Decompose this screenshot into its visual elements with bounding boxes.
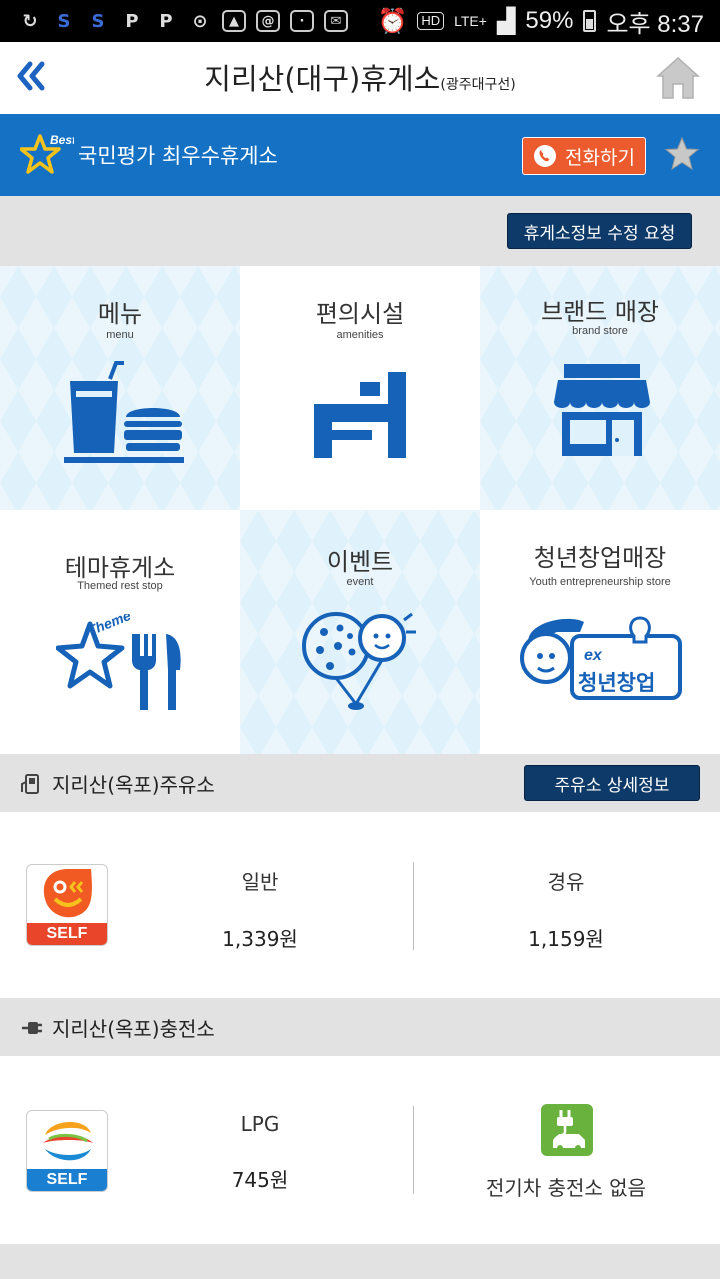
image-icon: ▲ xyxy=(222,10,246,32)
divider xyxy=(413,1106,414,1194)
tile-youth-startup[interactable]: 청년창업매장 Youth entrepreneurship store ex 청… xyxy=(480,510,720,754)
ev-status-text: 전기차 충전소 없음 xyxy=(486,1176,646,1200)
gas-station-title: 지리산(옥포)주유소 xyxy=(52,773,215,797)
charging-station-title: 지리산(옥포)충전소 xyxy=(52,1017,215,1041)
balloons-icon xyxy=(302,612,416,710)
call-button[interactable]: 전화하기 xyxy=(522,137,646,175)
fuel-type-label: 일반 xyxy=(241,870,279,894)
tile-subtitle: Youth entrepreneurship store xyxy=(529,576,671,588)
system-status: ⏰ HD LTE+ ▟ 59% 오후 8:37 xyxy=(377,4,720,39)
samsung-s-icon: S xyxy=(91,10,105,32)
tile-title: 테마휴게소 xyxy=(64,554,176,582)
tile-title: 편의시설 xyxy=(315,300,405,328)
food-drink-icon xyxy=(64,361,184,463)
tile-subtitle: brand store xyxy=(572,325,628,337)
charging-panel: SELF LPG 745원 전기차 충전소 없음 xyxy=(0,1056,720,1244)
oil-brand-icon xyxy=(43,869,92,918)
app-header: 지리산(대구)휴게소(광주대구선) xyxy=(0,42,720,114)
tile-title: 이벤트 xyxy=(326,548,394,576)
lpg-brand-icon xyxy=(43,1117,93,1165)
tile-amenities[interactable]: 편의시설 amenities xyxy=(240,266,480,510)
tile-subtitle: amenities xyxy=(336,329,384,341)
ex-badge: ex xyxy=(584,647,603,664)
youth-startup-text: 청년창업 xyxy=(578,671,655,695)
tile-title: 메뉴 xyxy=(97,300,143,328)
phone-icon xyxy=(534,145,557,167)
self-label: SELF xyxy=(27,1169,107,1191)
theme-star-cutlery-icon: Theme xyxy=(56,614,181,710)
p-app-icon: P xyxy=(125,10,139,32)
fuel-price: 1,159원 xyxy=(528,927,604,951)
mail-icon: ✉ xyxy=(324,10,348,32)
info-edit-request-button[interactable]: 휴게소정보 수정 요청 xyxy=(507,213,692,249)
service-tiles: 메뉴 menu 편의시설 amenities 브랜드 매장 brand stor… xyxy=(0,266,720,754)
samsung-s-icon: S xyxy=(57,10,71,32)
tile-event[interactable]: 이벤트 event xyxy=(240,510,480,754)
alarm-icon: ⏰ xyxy=(377,7,408,35)
fuel-type-label: 경유 xyxy=(547,870,585,894)
ev-charger-icon xyxy=(541,1104,593,1156)
self-gas-logo: SELF xyxy=(26,864,108,946)
refresh-icon: ↻ xyxy=(22,10,38,32)
tile-menu[interactable]: 메뉴 menu xyxy=(0,266,240,510)
gasoline-price: 일반 1,339원 xyxy=(150,866,370,952)
battery-icon xyxy=(583,10,597,32)
p-app-icon: P xyxy=(159,10,173,32)
charging-station-header: 지리산(옥포)충전소 xyxy=(0,998,720,1056)
request-bar: 휴게소정보 수정 요청 xyxy=(0,196,720,266)
bench-icon xyxy=(314,372,406,458)
hd-indicator: HD xyxy=(417,12,445,30)
tile-subtitle: menu xyxy=(106,329,134,341)
home-icon xyxy=(656,56,700,99)
gas-price-panel: SELF 일반 1,339원 경유 1,159원 xyxy=(0,812,720,1000)
gas-station-header: 지리산(옥포)주유소 주유소 상세정보 xyxy=(0,754,720,812)
signal-icon: ▟ xyxy=(496,7,516,35)
tile-brand-store[interactable]: 브랜드 매장 brand store xyxy=(480,266,720,510)
tile-themed-rest-stop[interactable]: 테마휴게소 Themed rest stop Theme xyxy=(0,510,240,754)
divider xyxy=(413,862,414,950)
tile-title: 브랜드 매장 xyxy=(540,298,660,326)
fuel-type-label: LPG xyxy=(240,1112,280,1136)
tile-subtitle: Themed rest stop xyxy=(77,580,163,592)
page-title: 지리산(대구)휴게소(광주대구선) xyxy=(0,56,720,98)
favorite-star-icon[interactable] xyxy=(664,136,700,172)
galaxy-icon: · xyxy=(290,10,314,32)
gas-station-detail-button[interactable]: 주유소 상세정보 xyxy=(524,765,700,801)
self-lpg-logo: SELF xyxy=(26,1110,108,1192)
youth-startup-icon: ex 청년창업 xyxy=(520,616,682,700)
theme-badge: Theme xyxy=(85,614,133,639)
network-type: LTE+ xyxy=(454,13,487,29)
tile-subtitle: event xyxy=(346,576,374,588)
home-button[interactable] xyxy=(654,54,702,102)
banner-text: 국민평가 최우수휴게소 xyxy=(78,144,278,168)
notification-icons: ↻ S S P P ⊙ ▲ @ · ✉ xyxy=(0,9,377,33)
fuel-price: 745원 xyxy=(231,1168,289,1192)
battery-level: 59% xyxy=(525,7,574,34)
best-badge: Best xyxy=(50,133,74,147)
route-name: (광주대구선) xyxy=(440,77,516,93)
diesel-price: 경유 1,159원 xyxy=(456,866,676,952)
email-icon: @ xyxy=(256,10,280,32)
vpn-icon: ⊙ xyxy=(192,10,208,32)
lpg-price: LPG 745원 xyxy=(150,1112,370,1193)
fuel-pump-icon xyxy=(21,774,39,794)
tile-title: 청년창업매장 xyxy=(533,544,667,572)
rest-area-name: 지리산(대구)휴게소 xyxy=(204,62,441,96)
plug-icon xyxy=(22,1022,42,1034)
storefront-icon xyxy=(554,364,650,456)
best-rest-area-banner: Best 국민평가 최우수휴게소 전화하기 xyxy=(0,114,720,196)
clock: 오후 8:37 xyxy=(606,10,704,38)
fuel-price: 1,339원 xyxy=(222,927,298,951)
call-button-label: 전화하기 xyxy=(565,146,635,169)
self-label: SELF xyxy=(27,923,107,945)
status-bar: ↻ S S P P ⊙ ▲ @ · ✉ ⏰ HD LTE+ ▟ 59% 오후 8… xyxy=(0,0,720,42)
best-star-icon: Best xyxy=(20,133,74,174)
